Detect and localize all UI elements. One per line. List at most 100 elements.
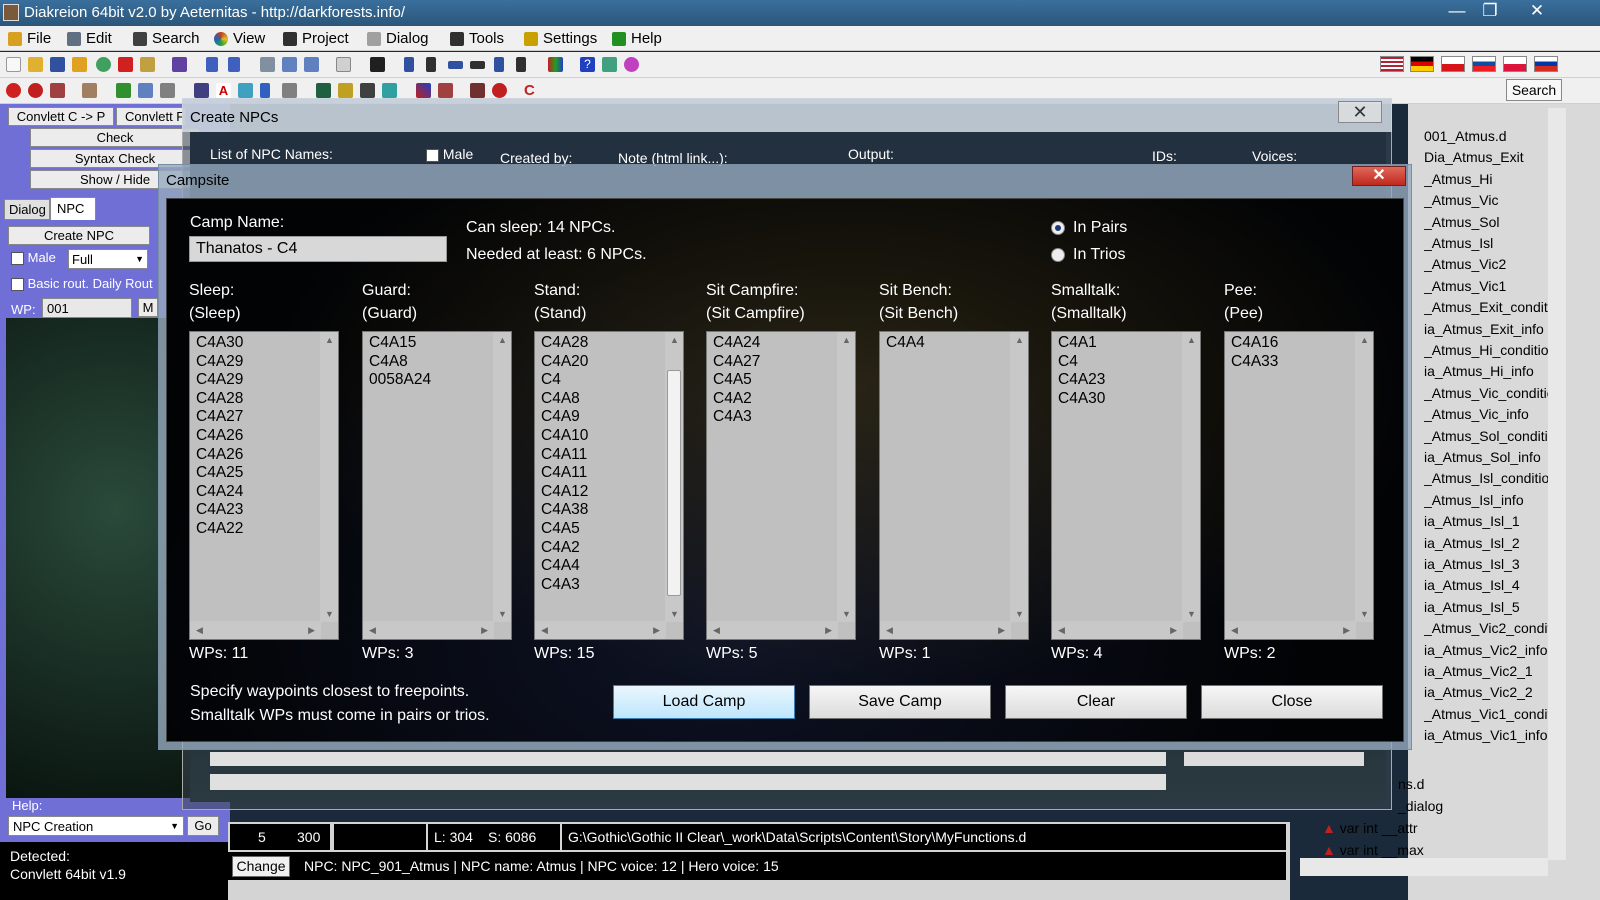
list-item[interactable]: C4A8 [541, 390, 588, 409]
list-item[interactable]: C4A3 [713, 408, 760, 427]
arrow-up-dark-icon[interactable] [426, 57, 436, 72]
list-item[interactable]: C4A26 [196, 446, 243, 465]
clock-icon[interactable] [492, 83, 507, 98]
file-tree-item[interactable]: ns.d [1398, 776, 1424, 792]
list-item[interactable]: 0058A24 [369, 371, 431, 390]
save-icon[interactable] [50, 57, 65, 72]
file-tree-item[interactable]: _Atmus_Vic2 [1424, 256, 1548, 272]
vertical-scrollbar[interactable]: ▲ ▼ [1182, 332, 1200, 622]
list-item[interactable]: C4A8 [369, 353, 431, 372]
menu-dialog[interactable]: Dialog [367, 30, 429, 47]
stop-icon[interactable] [6, 83, 21, 98]
hand-icon[interactable] [336, 57, 351, 72]
bus-icon[interactable] [470, 83, 485, 98]
open-icon[interactable] [28, 57, 43, 72]
file-tree-item[interactable]: _Atmus_Isl_info [1424, 492, 1548, 508]
menu-settings[interactable]: Settings [524, 30, 597, 47]
file-tree-item[interactable]: _Atmus_Vic1_condit [1424, 706, 1548, 722]
menu-help[interactable]: Help [612, 30, 662, 47]
monster-icon[interactable] [438, 83, 453, 98]
flag-ru-icon[interactable] [1534, 56, 1558, 72]
file-tree-item[interactable]: _Atmus_Vic_info [1424, 406, 1548, 422]
list-item[interactable]: C4A30 [196, 334, 243, 353]
menu-project[interactable]: Project [283, 30, 349, 47]
tab-npc[interactable]: NPC [50, 197, 96, 220]
create-npcs-field-2[interactable] [210, 774, 1166, 790]
pin-icon[interactable] [260, 83, 270, 98]
map-icon[interactable] [316, 83, 331, 98]
copy-icon[interactable] [282, 57, 297, 72]
file-tree-item[interactable]: ia_Atmus_Isl_5 [1424, 599, 1548, 615]
file-tree-item[interactable]: _Atmus_Sol [1424, 214, 1548, 230]
save-camp-button[interactable]: Save Camp [809, 685, 991, 719]
vertical-scrollbar[interactable]: ▲ ▼ [493, 332, 511, 622]
in-pairs-radio[interactable]: In Pairs [1051, 219, 1127, 237]
tab-dialog[interactable]: Dialog [4, 199, 50, 220]
list-item[interactable]: C4 [1058, 353, 1105, 372]
convlett-cp-button[interactable]: Convlett C -> P [8, 107, 114, 126]
horizontal-scrollbar[interactable]: ◀ ▶ [1052, 621, 1183, 639]
file-tree-item[interactable]: ia_Atmus_Exit_info [1424, 321, 1548, 337]
go-button[interactable]: Go [187, 816, 219, 836]
people-icon[interactable] [194, 83, 209, 98]
list-item[interactable]: C4A11 [541, 446, 588, 465]
file-tree-item[interactable]: ia_Atmus_Vic1_info [1424, 727, 1548, 743]
file-tree-item[interactable]: _Atmus_Isl_conditio [1424, 470, 1548, 486]
close-button[interactable]: ✕ [1522, 0, 1552, 22]
file-tree-item[interactable]: _Atmus_Hi_conditio [1424, 342, 1548, 358]
undo-icon[interactable] [206, 57, 218, 72]
scroll-up-icon[interactable]: ▲ [1015, 335, 1024, 345]
waypoint-listbox[interactable]: C4A1 C4 C4A23 C4A30 ▲ ▼ ◀ ▶ [1051, 331, 1201, 640]
edit-icon[interactable] [138, 83, 153, 98]
scroll-right-icon[interactable]: ▶ [825, 625, 832, 636]
file-tree-item[interactable]: _Atmus_Sol_conditi [1424, 428, 1548, 444]
scroll-left-icon[interactable]: ◀ [713, 625, 720, 636]
right-scrollbar[interactable] [1548, 108, 1566, 860]
delete-icon[interactable] [118, 57, 133, 72]
menu-file[interactable]: File [8, 30, 51, 47]
home-icon[interactable] [602, 57, 617, 72]
scroll-down-icon[interactable]: ▼ [325, 609, 334, 619]
scroll-right-icon[interactable]: ▶ [481, 625, 488, 636]
list-item[interactable]: C4A15 [369, 334, 431, 353]
world-icon[interactable] [382, 83, 397, 98]
list-item[interactable]: C4A27 [196, 408, 243, 427]
list-item[interactable]: C4A3 [541, 576, 588, 595]
scroll-left-icon[interactable]: ◀ [1058, 625, 1065, 636]
create-npcs-field-1[interactable] [210, 752, 1166, 766]
waypoint-listbox[interactable]: C4A24 C4A27 C4A5 C4A2 C4A3 ▲ ▼ ◀ ▶ [706, 331, 856, 640]
list-item[interactable]: C4A4 [541, 557, 588, 576]
check-button[interactable]: Check [30, 128, 200, 147]
help-select[interactable]: NPC Creation ▼ [8, 816, 184, 836]
columns-icon[interactable] [548, 57, 563, 72]
scroll-up-icon[interactable]: ▲ [842, 335, 851, 345]
globe-icon[interactable] [96, 57, 111, 72]
new-file-icon[interactable] [6, 57, 21, 72]
figure-icon[interactable] [282, 83, 297, 98]
arrow-left-icon[interactable] [448, 61, 463, 69]
list-item[interactable]: C4A26 [196, 427, 243, 446]
file-tree-item[interactable]: ia_Atmus_Sol_info [1424, 449, 1548, 465]
create-npcs-male-checkbox[interactable]: ✓ Male [426, 146, 473, 162]
bookmark-icon[interactable] [140, 57, 155, 72]
file-tree-item[interactable]: ia_Atmus_Isl_4 [1424, 577, 1548, 593]
scroll-down-icon[interactable]: ▼ [670, 609, 679, 619]
list-item[interactable]: C4A1 [1058, 334, 1105, 353]
right-hscrollbar[interactable] [1300, 858, 1548, 876]
minimize-button[interactable]: — [1442, 0, 1472, 22]
flag-sk-icon[interactable] [1472, 56, 1496, 72]
arrow-down-dark-icon[interactable] [516, 57, 526, 72]
scroll-right-icon[interactable]: ▶ [998, 625, 1005, 636]
list-item[interactable]: C4A9 [541, 408, 588, 427]
menu-view[interactable]: View [214, 30, 265, 47]
file-tree-item[interactable]: ▲ var int __attr [1322, 820, 1418, 836]
list-item[interactable]: C4A4 [886, 334, 925, 353]
list-item[interactable]: C4A28 [196, 390, 243, 409]
project-tb-icon[interactable] [370, 57, 385, 72]
file-tree-item[interactable]: _Atmus_Hi [1424, 171, 1548, 187]
c-icon[interactable]: C [524, 83, 539, 98]
question-icon[interactable]: ? [580, 57, 595, 72]
list-item[interactable]: C4A2 [541, 539, 588, 558]
graph-icon[interactable] [160, 83, 175, 98]
list-item[interactable]: C4A23 [1058, 371, 1105, 390]
